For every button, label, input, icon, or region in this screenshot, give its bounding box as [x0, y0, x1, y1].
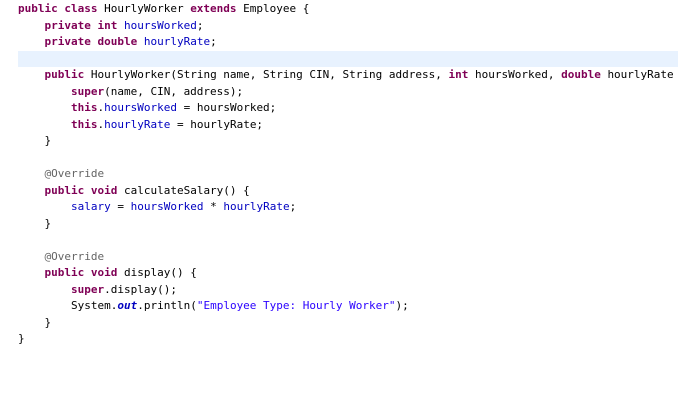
code-token: HourlyWorker	[104, 2, 191, 15]
code-line[interactable]: 16 }	[18, 216, 678, 233]
code-token: double	[561, 68, 608, 81]
code-line[interactable]: 23}	[18, 331, 678, 348]
code-token: public void	[18, 266, 124, 279]
code-token: int	[448, 68, 475, 81]
code-token: =	[110, 200, 131, 213]
code-line[interactable]: 3public class HourlyWorker extends Emplo…	[18, 1, 678, 18]
code-token: = hourlyRate;	[170, 117, 264, 131]
code-token: hoursWorked	[130, 200, 204, 213]
code-token: hoursWorked,	[474, 68, 562, 81]
code-line[interactable]: 10 this.hourlyRate = hourlyRate;	[18, 117, 678, 134]
code-line[interactable]: 11 }	[18, 133, 678, 150]
code-line[interactable]: 22 }	[18, 315, 678, 332]
code-line[interactable]: 12	[18, 150, 678, 167]
code-line[interactable]: 8 super(name, CIN, address);	[18, 84, 678, 101]
code-token: HourlyWorker(String name, String CIN, St…	[90, 68, 449, 81]
code-token: ;	[210, 35, 217, 48]
code-line[interactable]: 7 public HourlyWorker(String name, Strin…	[18, 67, 678, 84]
code-token: *	[203, 200, 224, 213]
code-line[interactable]: 13 @Override	[18, 166, 678, 183]
code-line[interactable]: 6	[18, 50, 678, 67]
code-token: public class	[18, 2, 105, 15]
code-token: this	[18, 101, 98, 114]
code-token: super	[18, 282, 105, 296]
code-line[interactable]: 21 System.out.println("Employee Type: Ho…	[18, 298, 678, 315]
code-token: hourlyRate	[607, 68, 674, 81]
code-line[interactable]: 15 salary = hoursWorked * hourlyRate;	[18, 199, 678, 216]
code-token: extends	[190, 2, 244, 15]
code-token: }	[18, 216, 52, 230]
code-token: ;	[289, 200, 297, 213]
code-token: @Override	[18, 167, 105, 180]
code-token: Employee {	[243, 2, 310, 15]
code-token: = hoursWorked;	[176, 101, 277, 114]
code-token: private int	[18, 18, 124, 32]
code-line[interactable]: 5 private double hourlyRate;	[18, 34, 678, 51]
code-token: hourlyRate	[104, 117, 171, 131]
line-number-gutter	[0, 0, 15, 419]
code-line[interactable]: 24	[18, 348, 678, 365]
code-editor[interactable]: 3public class HourlyWorker extends Emplo…	[0, 0, 678, 419]
code-token: this	[18, 117, 98, 131]
code-token: display() {	[123, 266, 197, 279]
code-token: salary	[70, 200, 111, 213]
code-token: System.	[18, 299, 118, 312]
code-line[interactable]: 20 super.display();	[18, 282, 678, 299]
code-area[interactable]: 3public class HourlyWorker extends Emplo…	[18, 1, 678, 420]
code-line[interactable]: 9 this.hoursWorked = hoursWorked;	[18, 100, 678, 117]
code-token: @Override	[18, 249, 105, 263]
code-token: }	[18, 315, 52, 329]
code-token: (name, CIN, address);	[104, 84, 244, 98]
code-token: .display();	[104, 282, 177, 296]
code-token: private double	[18, 35, 144, 48]
code-line[interactable]: 17	[18, 232, 678, 249]
code-token: }	[18, 332, 25, 345]
code-token: hourlyRate	[223, 200, 290, 213]
code-line[interactable]: 19 public void display() {	[18, 265, 678, 282]
code-token: .println(	[137, 299, 197, 312]
code-token: public void	[18, 183, 124, 197]
code-line[interactable]: 4 private int hoursWorked;	[18, 18, 678, 35]
code-line[interactable]: 18 @Override	[18, 249, 678, 266]
code-token: super	[18, 84, 105, 98]
code-token: public	[18, 68, 91, 81]
code-token: "Employee Type: Hourly Worker"	[196, 299, 396, 312]
code-token: ;	[196, 18, 204, 32]
code-token: }	[18, 134, 52, 147]
code-token: hoursWorked	[123, 18, 197, 32]
code-token: calculateSalary() {	[123, 183, 250, 197]
code-line[interactable]: 14 public void calculateSalary() {	[18, 183, 678, 200]
code-token: );	[395, 299, 409, 312]
code-token: hoursWorked	[104, 101, 177, 114]
code-token: out	[117, 299, 138, 312]
code-token: hourlyRate	[143, 35, 211, 48]
